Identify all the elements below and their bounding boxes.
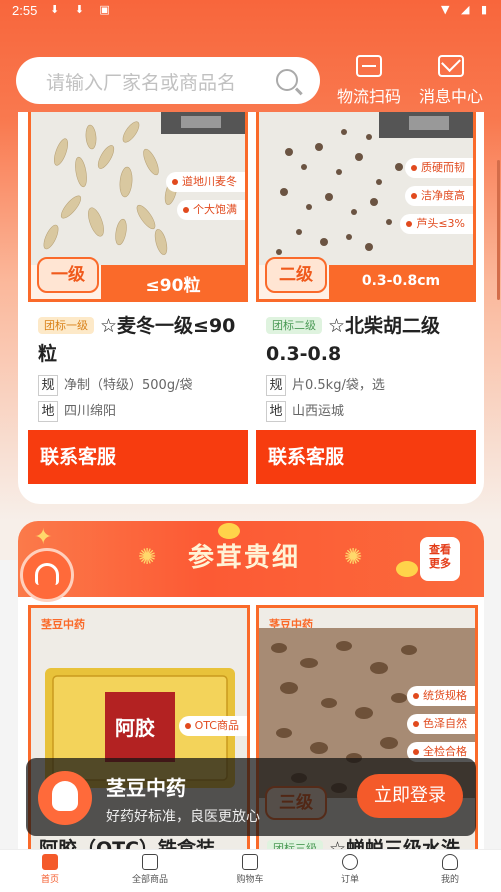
search-icon[interactable] (276, 69, 298, 91)
product-title[interactable]: 团标一级 ☆麦冬一级≤90粒 (38, 312, 248, 368)
tab-label: 我的 (440, 875, 459, 885)
spec-key: 规 (38, 375, 58, 396)
origin-value: 四川绵阳 (64, 404, 117, 419)
tab-orders[interactable]: 订单 (310, 854, 390, 885)
origin-row: 地山西运城 (266, 400, 476, 422)
view-more-label-1: 查看 (429, 543, 451, 556)
spec-value: 净制（特级）500g/袋 (64, 378, 193, 393)
sparkle-icon: ✦ (34, 525, 53, 550)
scrollbar[interactable] (497, 160, 500, 300)
messages-label: 消息中心 (418, 87, 483, 106)
contact-service-button[interactable]: 联系客服 (28, 430, 248, 484)
product-tag: 芦头≤3% (400, 214, 473, 234)
search-bar[interactable]: 请输入厂家名或商品名 (16, 57, 320, 104)
tab-label: 订单 (340, 875, 359, 885)
tab-home[interactable]: 首页 (10, 854, 90, 885)
app-name: 茎豆中药 (106, 776, 186, 800)
grade-value: ≤90粒 (145, 276, 201, 296)
tab-profile[interactable]: 我的 (410, 854, 490, 885)
product-tag: 统货规格 (407, 686, 475, 706)
customer-service-float-button[interactable] (20, 548, 74, 602)
grade-label: 一级 (37, 257, 99, 293)
origin-key: 地 (266, 401, 286, 422)
bottom-tab-bar: 首页 全部商品 购物车 订单 我的 (0, 849, 501, 892)
grade-strip: 二级 0.3-0.8cm (259, 257, 473, 299)
spec-key: 规 (266, 375, 286, 396)
notification-icons: ⬇ ⬇ ▣ (50, 3, 116, 16)
grade-strip: 一级 ≤90粒 (31, 257, 245, 299)
product-image: 道地川麦冬 个大饱满 一级 ≤90粒 (28, 112, 248, 302)
status-time: 2:55 (12, 3, 38, 18)
view-more-label-2: 更多 (429, 557, 451, 570)
standard-badge: 团标二级 (266, 317, 322, 334)
spec-value: 片0.5kg/袋，选 (292, 378, 385, 393)
product-tag: 质硬而韧 (405, 158, 473, 178)
product-tag: 洁净度高 (405, 186, 473, 206)
spec-row: 规片0.5kg/袋，选 (266, 374, 476, 396)
origin-row: 地四川绵阳 (38, 400, 248, 422)
firework-icon: ✺ (344, 545, 363, 570)
origin-value: 山西运城 (292, 404, 345, 419)
spec-row: 规净制（特级）500g/袋 (38, 374, 248, 396)
tab-cart[interactable]: 购物车 (210, 854, 290, 885)
coin-icon (396, 561, 418, 577)
products-icon (142, 854, 158, 870)
cart-icon (242, 854, 258, 870)
search-placeholder: 请输入厂家名或商品名 (46, 72, 237, 94)
grade-label: 二级 (265, 257, 327, 293)
clock-icon (342, 854, 358, 870)
scan-icon (356, 55, 382, 77)
origin-key: 地 (38, 401, 58, 422)
app-logo (38, 771, 92, 825)
firework-icon: ✺ (138, 545, 157, 570)
tab-label: 首页 (40, 875, 59, 885)
product-title[interactable]: 团标二级 ☆北柴胡二级0.3-0.8 (266, 312, 476, 368)
mail-icon (438, 55, 464, 77)
scan-label: 物流扫码 (336, 87, 401, 106)
user-icon (442, 854, 458, 870)
view-more-button[interactable]: 查看 更多 (420, 537, 460, 581)
product-tag: OTC商品 (178, 716, 247, 736)
section-title: 参茸贵细 (188, 543, 301, 573)
message-center-button[interactable]: 消息中心 (415, 55, 487, 107)
brand-watermark: 茎豆中药 (41, 618, 85, 631)
login-button[interactable]: 立即登录 (357, 774, 463, 818)
home-icon (42, 854, 58, 870)
grade-value: 0.3-0.8cm (361, 273, 441, 289)
tab-label: 购物车 (236, 875, 264, 885)
tab-label: 全部商品 (131, 875, 168, 885)
section-banner[interactable]: ✦ ✺ ✺ 参茸贵细 查看 更多 (18, 521, 484, 597)
product-image: 质硬而韧 洁净度高 芦头≤3% 二级 0.3-0.8cm (256, 112, 476, 302)
app-slogan: 好药好标准，良医更放心 (106, 809, 260, 825)
contact-service-button[interactable]: 联系客服 (256, 430, 476, 484)
standard-badge: 团标一级 (38, 317, 94, 334)
product-panel-top: 道地川麦冬 个大饱满 一级 ≤90粒 团标一级 ☆麦冬一级≤90粒 规净制（特级）… (18, 112, 484, 504)
box-text: 阿胶 (115, 716, 155, 740)
product-tag: 个大饱满 (177, 200, 245, 220)
headset-icon (35, 563, 59, 585)
logistics-scan-button[interactable]: 物流扫码 (334, 55, 404, 107)
product-tag: 道地川麦冬 (166, 172, 245, 192)
status-bar: 2:55 ⬇ ⬇ ▣ ▼ ◢ ▮ (0, 0, 501, 22)
product-tag: 色泽自然 (407, 714, 475, 734)
signal-battery-icons: ▼ ◢ ▮ (441, 3, 491, 16)
login-prompt-bar: 茎豆中药 好药好标准，良医更放心 立即登录 (26, 758, 476, 836)
tab-all-products[interactable]: 全部商品 (110, 854, 190, 885)
